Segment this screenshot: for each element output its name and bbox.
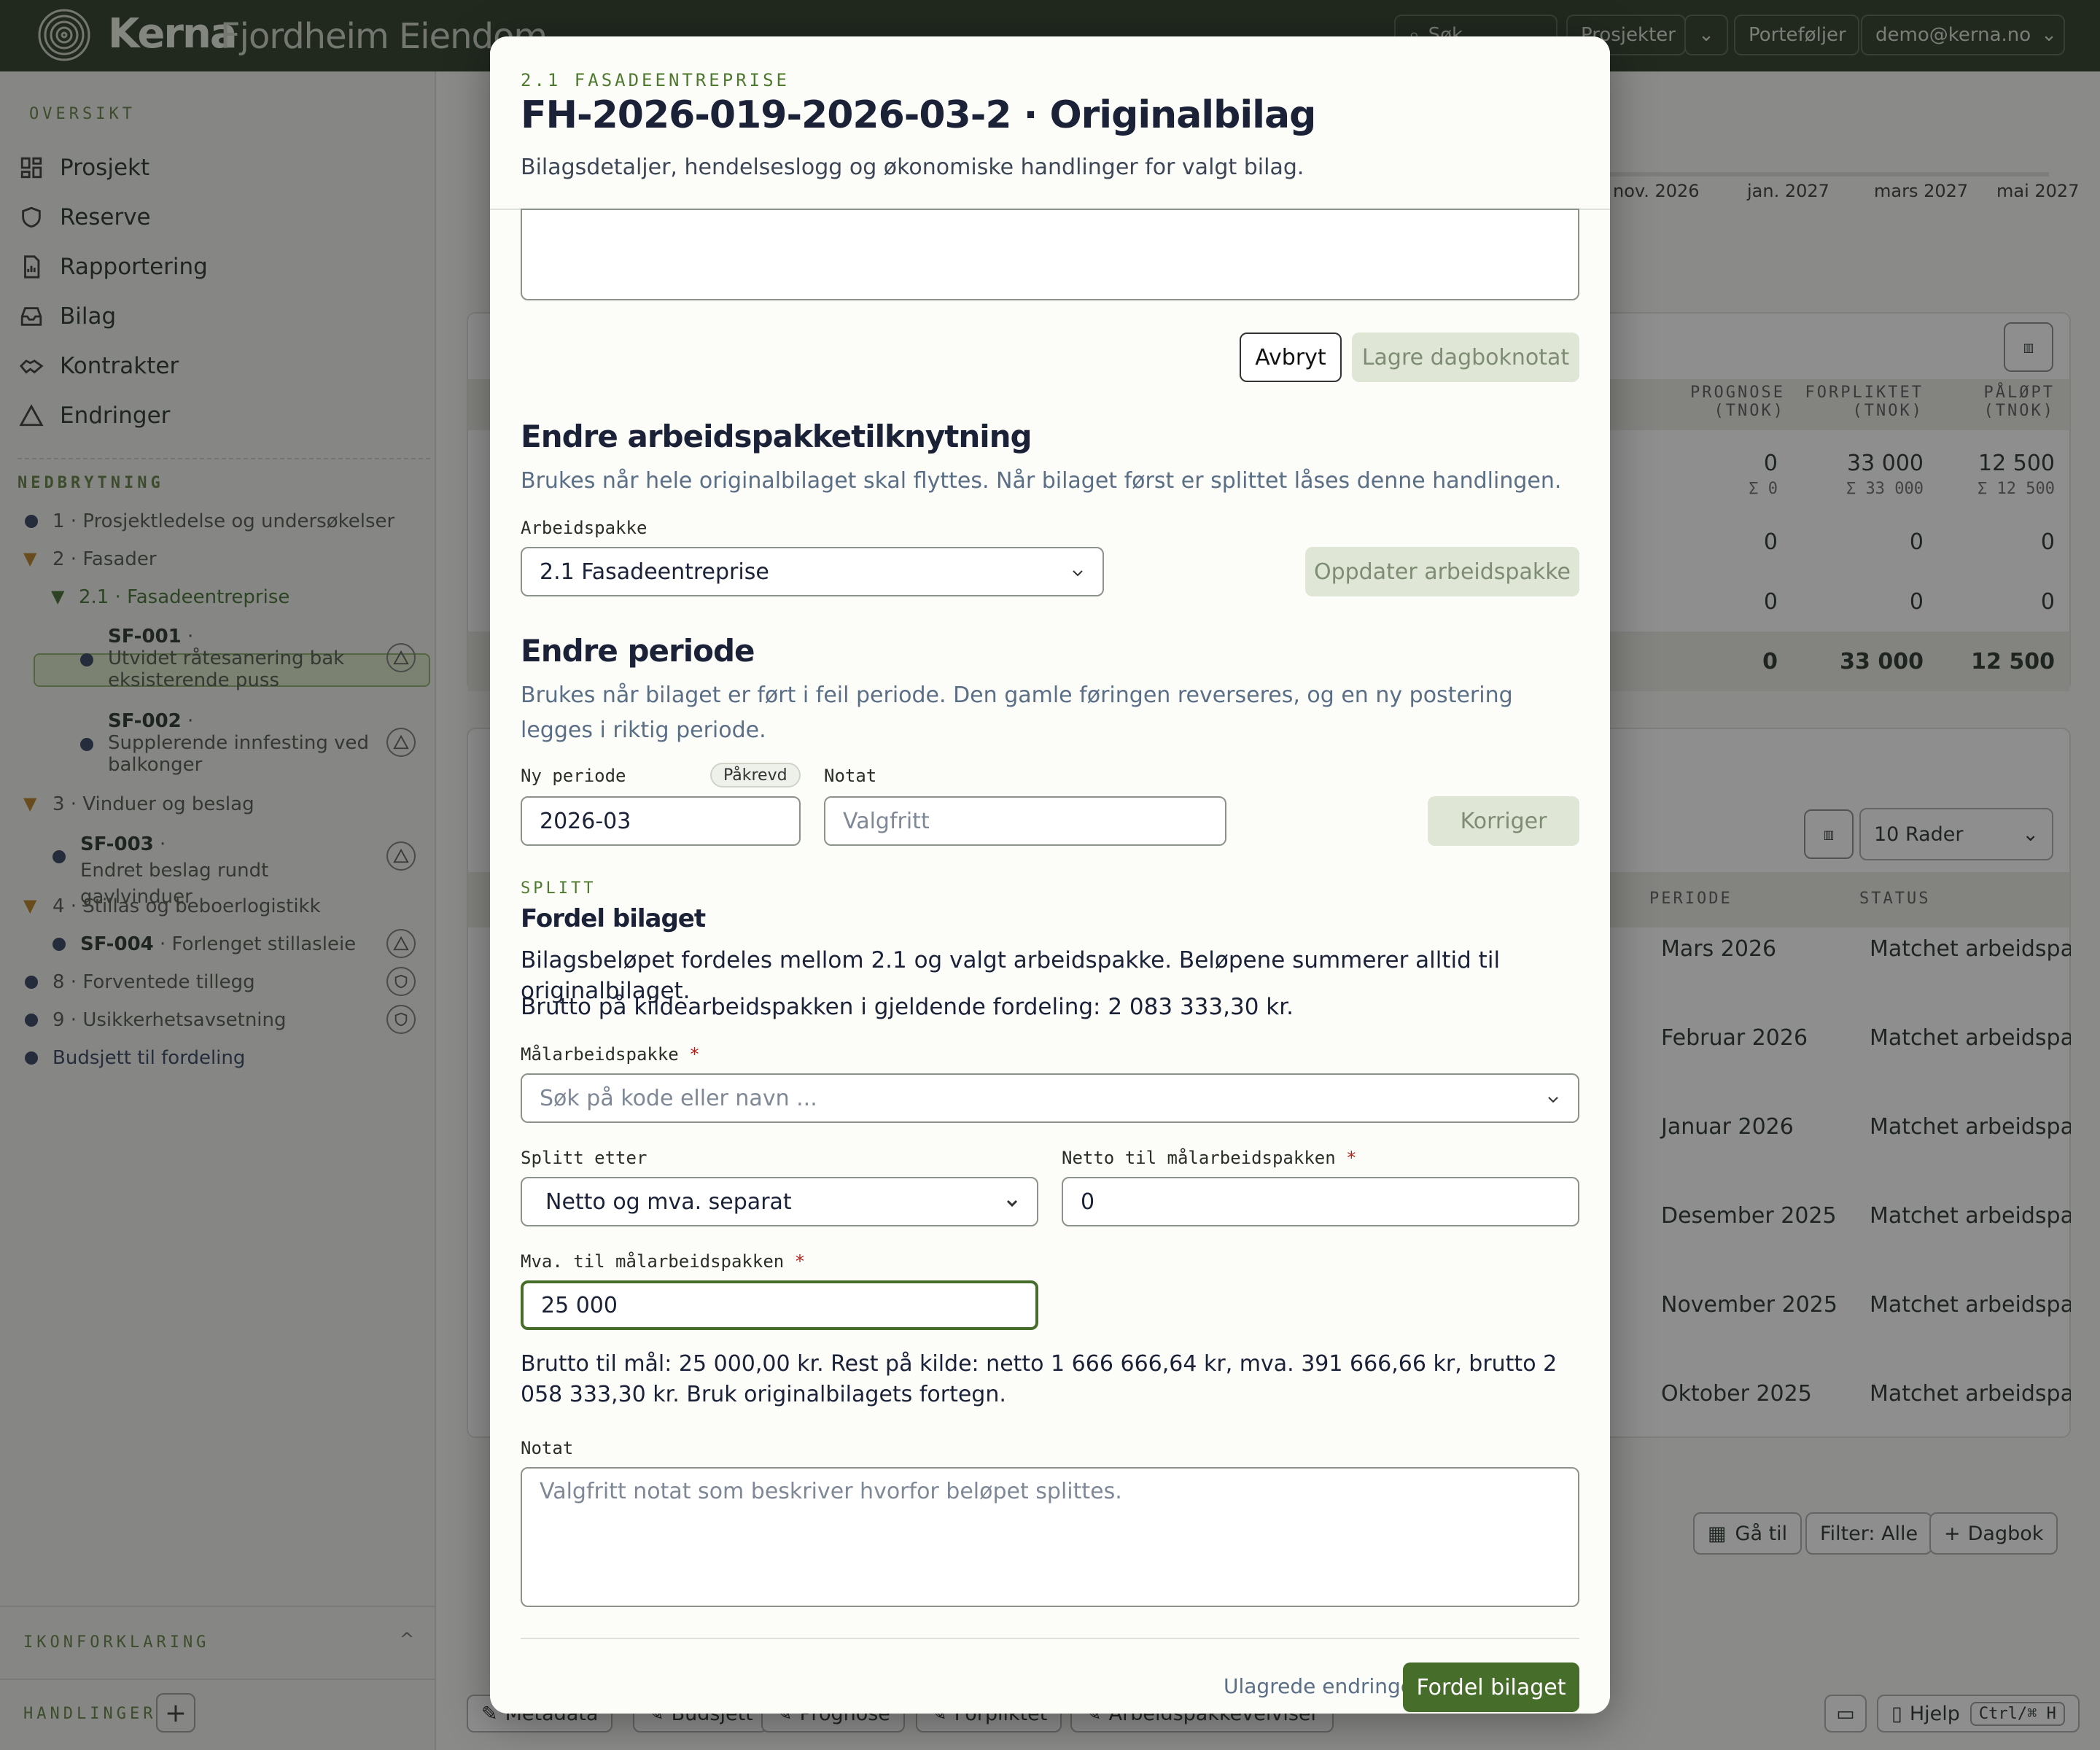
target-label: Målarbeidspakke * [521, 1044, 700, 1065]
new-period-input[interactable]: 2026-03 [521, 796, 801, 846]
required-asterisk: * [794, 1251, 806, 1272]
required-asterisk: * [689, 1044, 700, 1065]
split-note-textarea[interactable]: Valgfritt notat som beskriver hvorfor be… [521, 1467, 1579, 1607]
period-title: Endre periode [521, 633, 755, 669]
required-asterisk: * [1346, 1148, 1357, 1168]
net-input[interactable]: 0 [1062, 1177, 1579, 1226]
correct-period-button[interactable]: Korriger [1428, 796, 1579, 846]
chevron-down-icon [1073, 570, 1083, 577]
split-title: Fordel bilaget [521, 904, 706, 933]
split-by-select[interactable]: Netto og mva. separat [521, 1177, 1038, 1226]
required-badge: Påkrevd [710, 763, 801, 788]
modal-header: 2.1 FASADEENTREPRISE FH-2026-019-2026-03… [490, 36, 1610, 210]
workpackage-description: Brukes når hele originalbilaget skal fly… [521, 468, 1562, 494]
period-note-input[interactable]: Valgfritt [824, 796, 1226, 846]
split-kicker: SPLITT [521, 879, 596, 898]
vat-label: Mva. til målarbeidspakken * [521, 1251, 806, 1272]
unsaved-changes-label: Ulagrede endringer [1224, 1674, 1422, 1698]
split-note-label: Notat [521, 1438, 574, 1458]
distribute-voucher-button[interactable]: Fordel bilaget [1403, 1662, 1579, 1712]
modal-title: FH-2026-019-2026-03-2 · Originalbilag [521, 93, 1316, 137]
diary-note-textarea[interactable] [521, 209, 1579, 300]
update-workpackage-button[interactable]: Oppdater arbeidspakke [1305, 547, 1579, 596]
vat-input[interactable]: 25 000 [521, 1280, 1038, 1330]
split-summary: Brutto til mål: 25 000,00 kr. Rest på ki… [521, 1351, 1558, 1407]
workpackage-label: Arbeidspakke [521, 518, 648, 538]
modal-description: Bilagsdetaljer, hendelseslogg og økonomi… [521, 155, 1304, 180]
workpackage-title: Endre arbeidspakketilknytning [521, 419, 1032, 454]
period-description: Brukes når bilaget er ført i feil period… [521, 682, 1513, 743]
split-by-label: Splitt etter [521, 1148, 648, 1168]
target-workpackage-combobox[interactable]: Søk på kode eller navn ... [521, 1073, 1579, 1123]
chevron-down-icon [1006, 1199, 1018, 1208]
period-note-label: Notat [824, 766, 877, 786]
new-period-label: Ny periode [521, 766, 626, 786]
save-diary-button[interactable]: Lagre dagboknotat [1352, 332, 1579, 382]
footer-divider [521, 1638, 1579, 1639]
cancel-button[interactable]: Avbryt [1240, 332, 1342, 382]
chevron-down-icon [1548, 1097, 1558, 1103]
split-gross-info: Brutto på kildearbeidspakken i gjeldende… [521, 994, 1294, 1020]
workpackage-select[interactable]: 2.1 Fasadeentreprise [521, 547, 1104, 596]
voucher-modal: 2.1 FASADEENTREPRISE FH-2026-019-2026-03… [490, 36, 1610, 1714]
net-label: Netto til målarbeidspakken * [1062, 1148, 1357, 1168]
modal-kicker: 2.1 FASADEENTREPRISE [521, 70, 790, 90]
